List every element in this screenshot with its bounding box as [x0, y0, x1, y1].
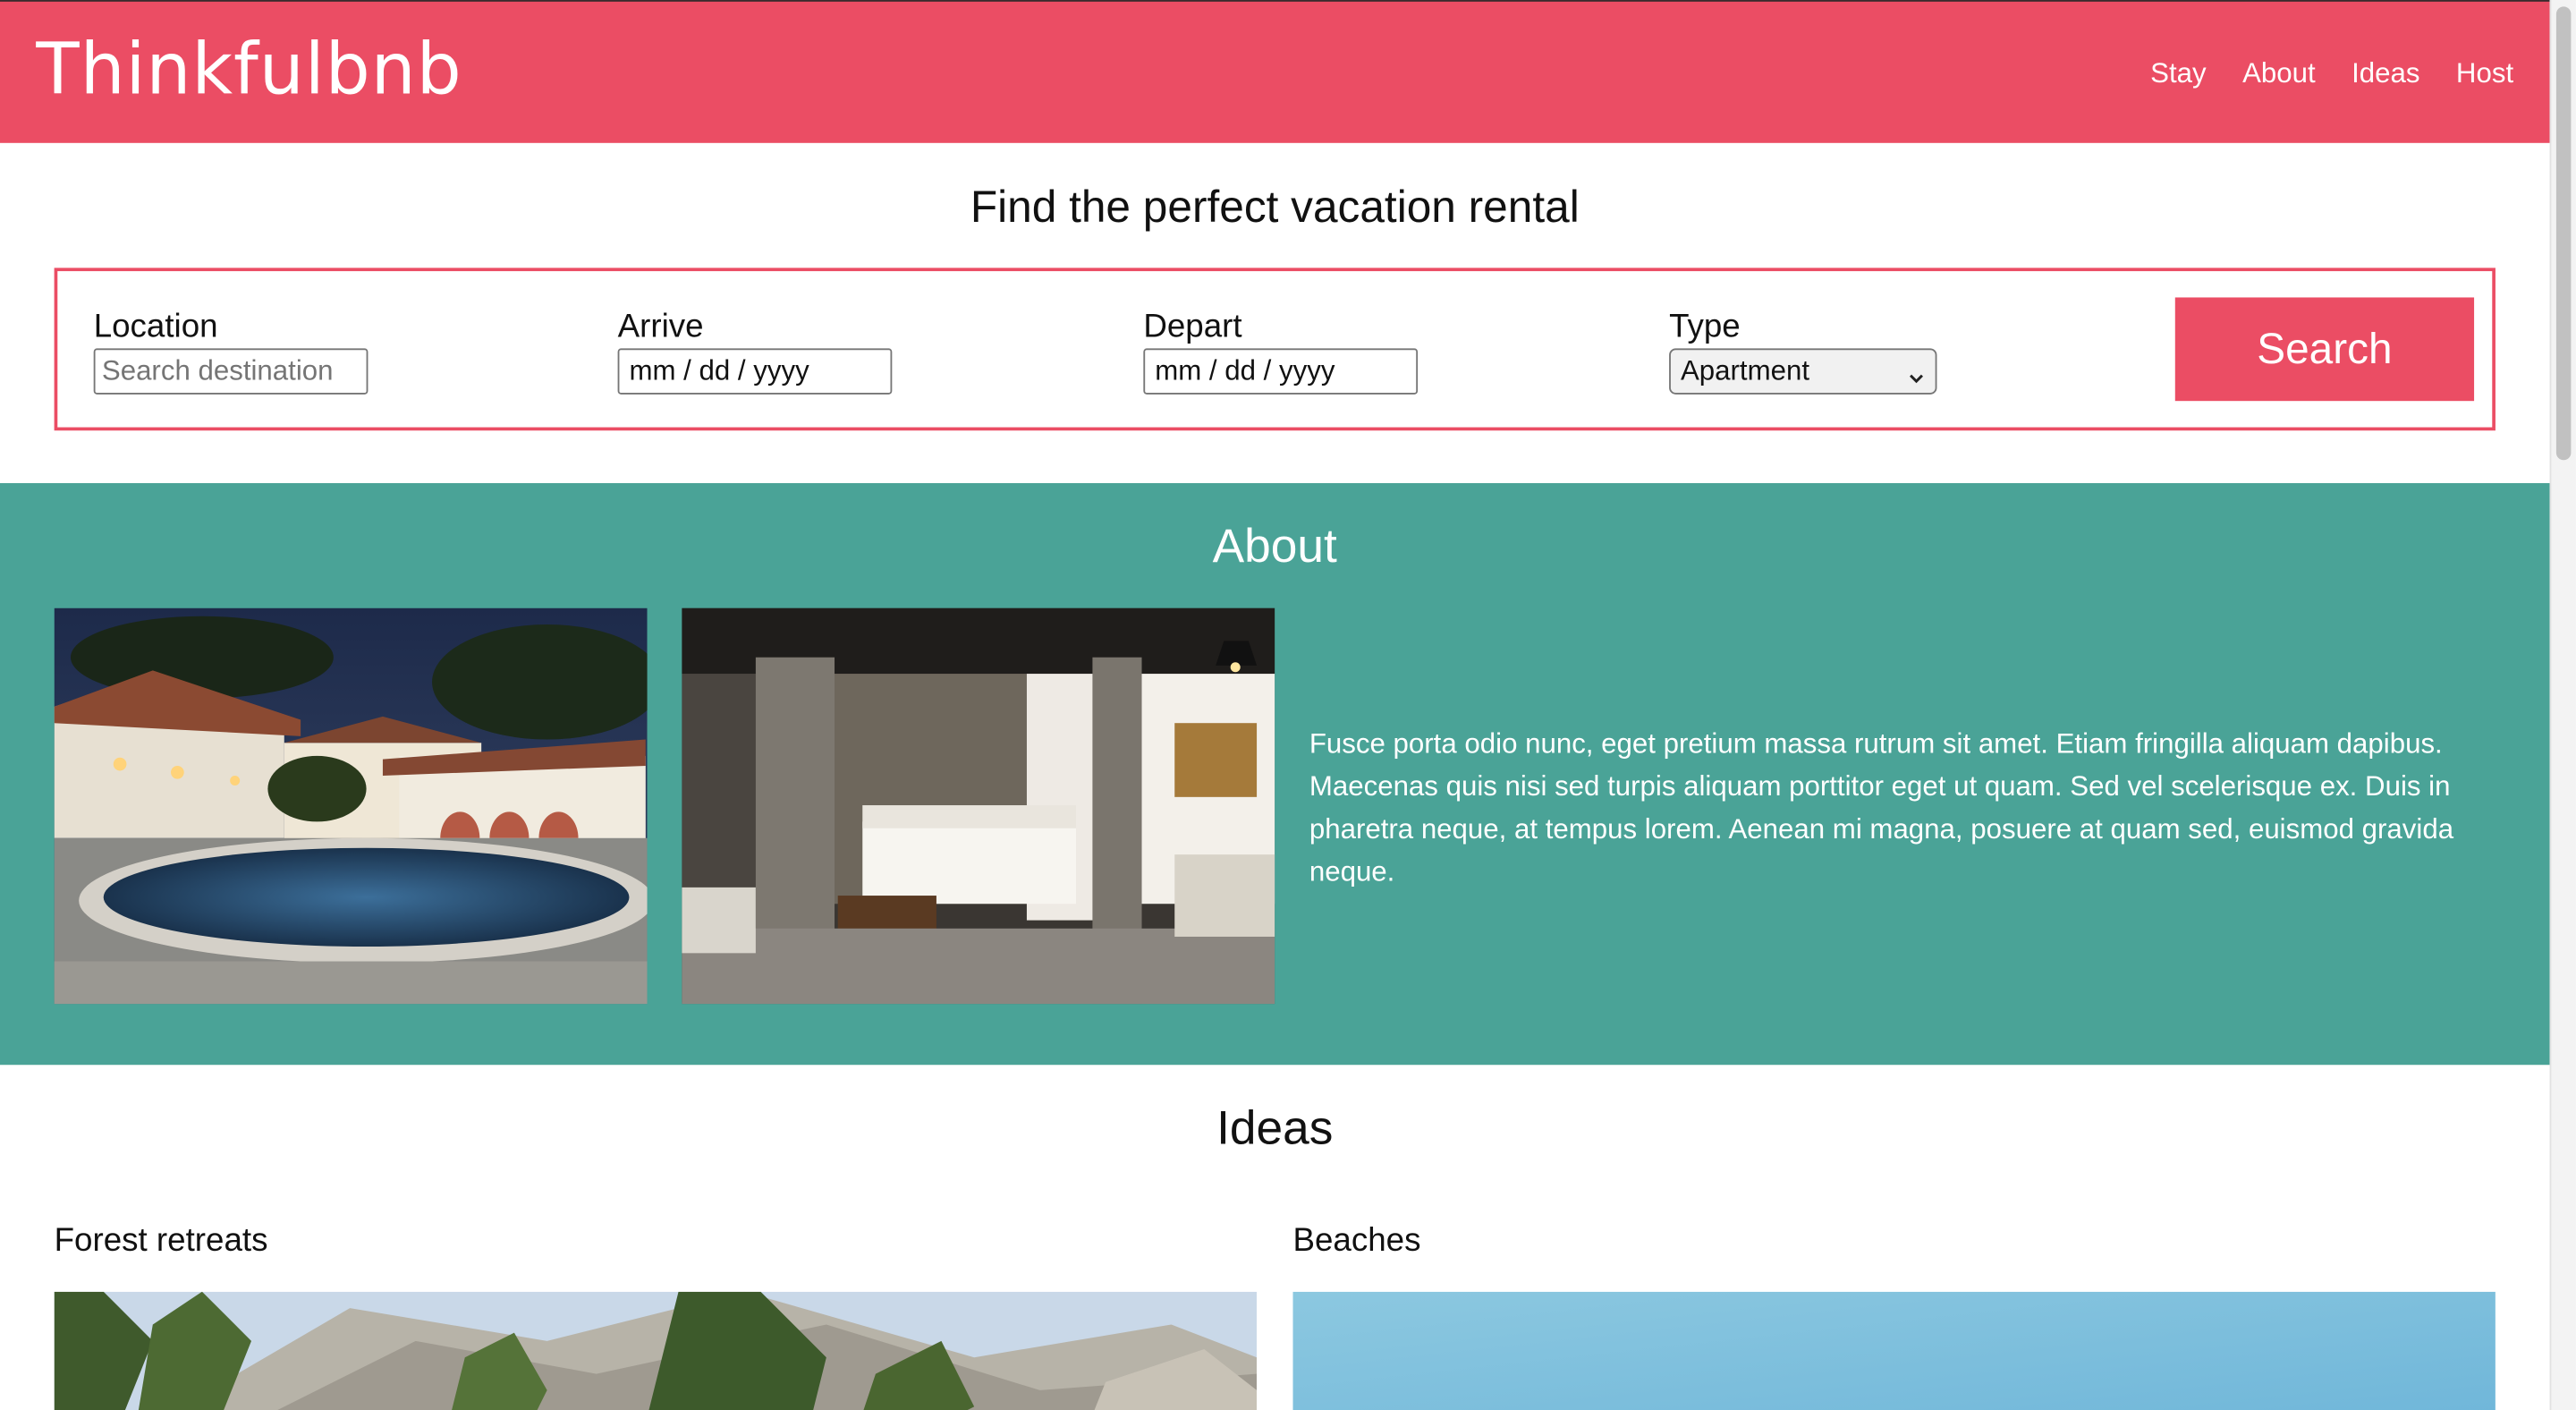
nav-link-about[interactable]: About	[2242, 55, 2316, 91]
loft-bedroom-photo	[682, 607, 1275, 1005]
nav-link-host[interactable]: Host	[2456, 55, 2513, 91]
arrive-label: Arrive	[617, 309, 704, 345]
nav-link-stay[interactable]: Stay	[2150, 55, 2207, 91]
nav-link-ideas[interactable]: Ideas	[2351, 55, 2419, 91]
search-form: Location Search destination Arrive mm / …	[54, 268, 2496, 431]
villa-pool-photo	[54, 607, 648, 1005]
type-label: Type	[1669, 309, 1741, 345]
depart-label: Depart	[1143, 309, 1242, 345]
about-section: About Fusce porta odio nunc, eget pretiu…	[0, 483, 2550, 1066]
location-input[interactable]: Search destination	[93, 348, 369, 395]
arrive-field-group: Arrive mm / dd / yyyy	[617, 307, 893, 395]
type-select[interactable]: Apartment	[1669, 348, 1937, 395]
idea-heading-forest: Forest retreats	[54, 1222, 268, 1259]
type-select-value: Apartment	[1680, 354, 1810, 386]
about-title: About	[1212, 521, 1337, 574]
browser-viewport: Thinkfulbnb Stay About Ideas Host Find t…	[0, 0, 2576, 1410]
type-field-group: Type Apartment	[1669, 307, 1937, 395]
scrollbar-thumb[interactable]	[2555, 6, 2572, 461]
location-label: Location	[93, 309, 218, 345]
search-button[interactable]: Search	[2174, 297, 2475, 402]
scrollbar[interactable]	[2549, 0, 2576, 1410]
location-field-group: Location Search destination	[93, 307, 369, 395]
idea-heading-beaches: Beaches	[1292, 1222, 1421, 1259]
ideas-title: Ideas	[1216, 1102, 1334, 1156]
depart-date-input[interactable]: mm / dd / yyyy	[1143, 348, 1419, 395]
main-nav: Stay About Ideas Host	[2150, 55, 2513, 91]
site-header: Thinkfulbnb Stay About Ideas Host	[0, 0, 2550, 143]
depart-field-group: Depart mm / dd / yyyy	[1143, 307, 1419, 395]
arrive-date-input[interactable]: mm / dd / yyyy	[617, 348, 893, 395]
page: Thinkfulbnb Stay About Ideas Host Find t…	[0, 0, 2550, 1410]
site-logo[interactable]: Thinkfulbnb	[36, 25, 462, 117]
forest-retreats-image[interactable]	[54, 1291, 1258, 1410]
about-text: Fusce porta odio nunc, eget pretium mass…	[1309, 727, 2454, 888]
chevron-down-icon	[1909, 358, 1924, 401]
search-title: Find the perfect vacation rental	[970, 182, 1580, 232]
beaches-image[interactable]	[1292, 1291, 2496, 1410]
